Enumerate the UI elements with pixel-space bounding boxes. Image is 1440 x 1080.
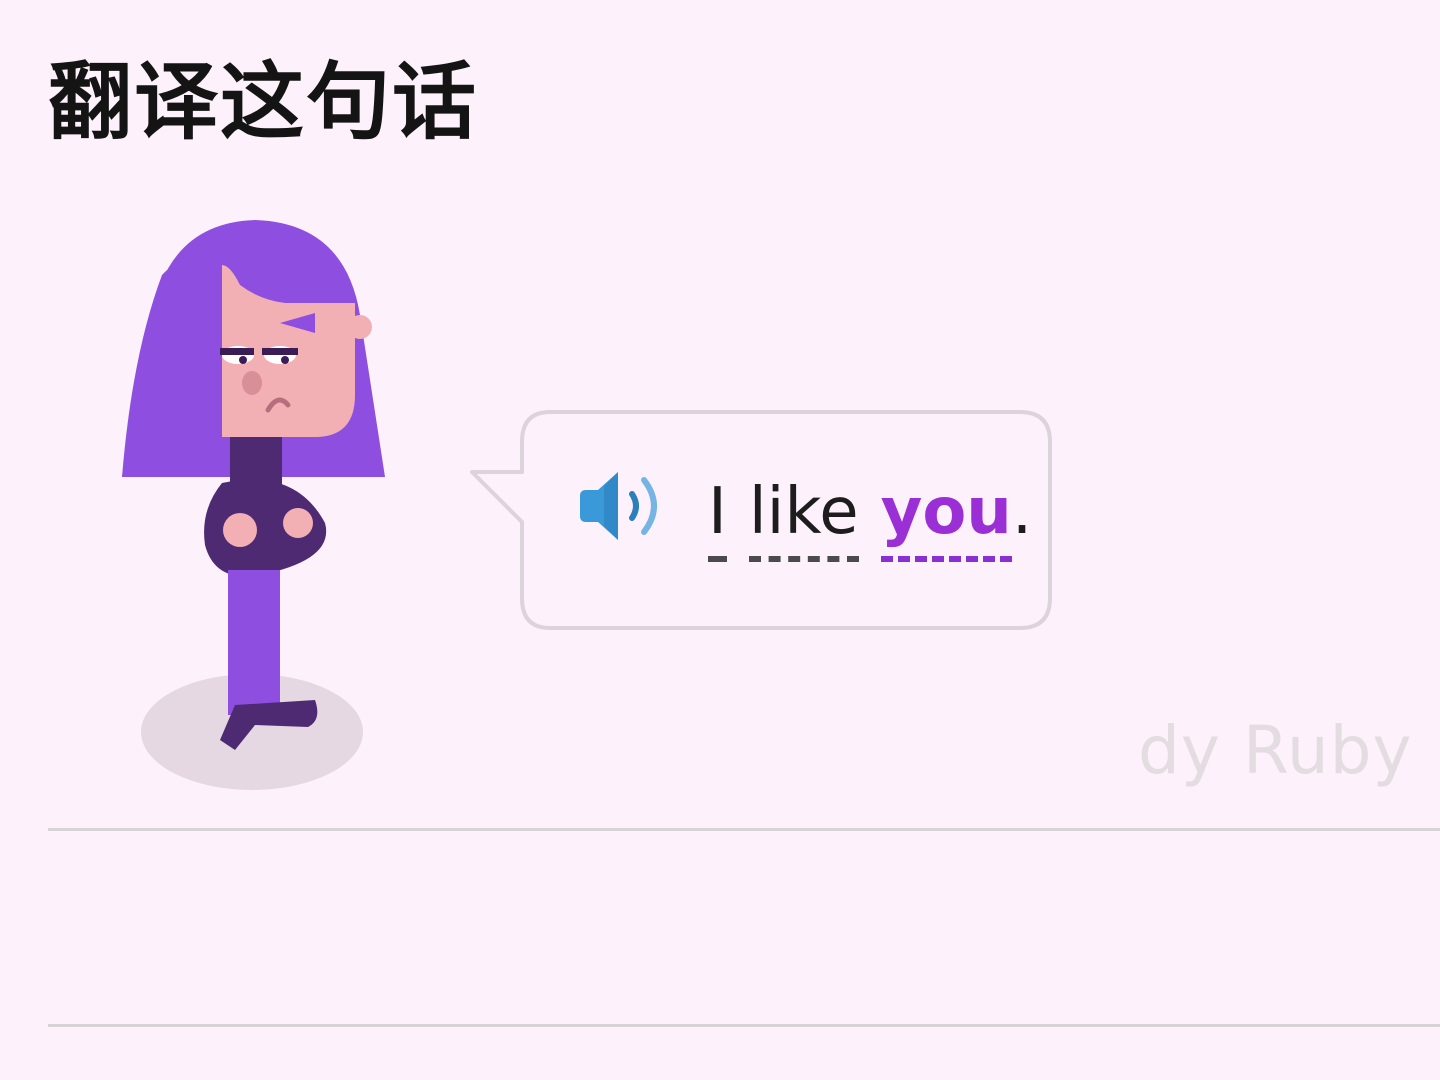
answer-area-bottom-border bbox=[48, 1024, 1440, 1027]
word-token-new-hint[interactable]: you bbox=[880, 472, 1012, 562]
word-text: like bbox=[748, 475, 859, 549]
character-illustration bbox=[110, 205, 400, 805]
hand-left bbox=[223, 513, 257, 547]
word-token[interactable]: like bbox=[748, 472, 859, 562]
hair-front bbox=[122, 257, 222, 477]
word-token[interactable]: I bbox=[708, 472, 727, 562]
speech-bubble: I like you . bbox=[470, 410, 1052, 630]
page-title: 翻译这句话 bbox=[48, 53, 479, 151]
character-figure-icon bbox=[122, 220, 385, 790]
sentence-punctuation: . bbox=[1011, 475, 1033, 549]
play-audio-button[interactable] bbox=[576, 468, 668, 544]
word-underline bbox=[880, 556, 1012, 562]
speaker-audio-icon bbox=[580, 472, 657, 540]
answer-input-area[interactable] bbox=[48, 832, 1440, 1024]
eyelid-right bbox=[262, 348, 298, 355]
word-text: I bbox=[708, 475, 727, 549]
word-text: you bbox=[880, 475, 1012, 549]
leg bbox=[228, 570, 280, 715]
sentence-to-translate: I like you . bbox=[708, 472, 1032, 582]
hand-right bbox=[283, 508, 313, 538]
eyelid-left bbox=[220, 348, 254, 355]
watermark: dy Ruby bbox=[1138, 712, 1413, 789]
word-underline bbox=[748, 556, 859, 562]
translate-exercise-screen: 翻译这句话 I like you . dy Ruby bbox=[0, 0, 1440, 1080]
word-underline bbox=[708, 556, 727, 562]
nose bbox=[242, 371, 262, 395]
answer-area-top-border bbox=[48, 828, 1440, 831]
ear bbox=[348, 315, 372, 339]
